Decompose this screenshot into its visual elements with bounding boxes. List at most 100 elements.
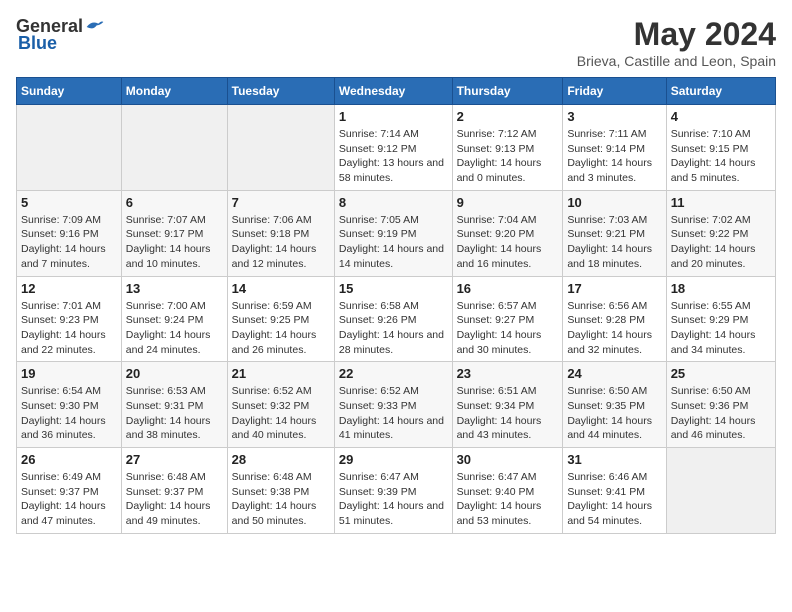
calendar-cell: 28Sunrise: 6:48 AMSunset: 9:38 PMDayligh… — [227, 448, 334, 534]
sunrise-text: Sunrise: 6:56 AM — [567, 299, 661, 314]
daylight-text: Daylight: 14 hours and 7 minutes. — [21, 242, 117, 271]
day-number: 18 — [671, 281, 771, 296]
sunset-text: Sunset: 9:37 PM — [21, 485, 117, 500]
calendar-table: SundayMondayTuesdayWednesdayThursdayFrid… — [16, 77, 776, 534]
calendar-cell: 20Sunrise: 6:53 AMSunset: 9:31 PMDayligh… — [121, 362, 227, 448]
header-day-saturday: Saturday — [666, 78, 775, 105]
calendar-cell: 12Sunrise: 7:01 AMSunset: 9:23 PMDayligh… — [17, 276, 122, 362]
day-number: 21 — [232, 366, 330, 381]
sunset-text: Sunset: 9:41 PM — [567, 485, 661, 500]
daylight-text: Daylight: 14 hours and 16 minutes. — [457, 242, 559, 271]
day-info: Sunrise: 7:01 AMSunset: 9:23 PMDaylight:… — [21, 299, 117, 358]
daylight-text: Daylight: 14 hours and 10 minutes. — [126, 242, 223, 271]
sunrise-text: Sunrise: 6:50 AM — [567, 384, 661, 399]
sunrise-text: Sunrise: 7:10 AM — [671, 127, 771, 142]
sunset-text: Sunset: 9:18 PM — [232, 227, 330, 242]
calendar-cell: 19Sunrise: 6:54 AMSunset: 9:30 PMDayligh… — [17, 362, 122, 448]
day-info: Sunrise: 7:06 AMSunset: 9:18 PMDaylight:… — [232, 213, 330, 272]
calendar-cell: 27Sunrise: 6:48 AMSunset: 9:37 PMDayligh… — [121, 448, 227, 534]
day-info: Sunrise: 6:48 AMSunset: 9:37 PMDaylight:… — [126, 470, 223, 529]
sunset-text: Sunset: 9:21 PM — [567, 227, 661, 242]
day-info: Sunrise: 7:02 AMSunset: 9:22 PMDaylight:… — [671, 213, 771, 272]
daylight-text: Daylight: 14 hours and 54 minutes. — [567, 499, 661, 528]
week-row-1: 1Sunrise: 7:14 AMSunset: 9:12 PMDaylight… — [17, 105, 776, 191]
sunset-text: Sunset: 9:39 PM — [339, 485, 448, 500]
calendar-cell: 6Sunrise: 7:07 AMSunset: 9:17 PMDaylight… — [121, 190, 227, 276]
sunset-text: Sunset: 9:28 PM — [567, 313, 661, 328]
day-info: Sunrise: 6:55 AMSunset: 9:29 PMDaylight:… — [671, 299, 771, 358]
daylight-text: Daylight: 14 hours and 30 minutes. — [457, 328, 559, 357]
day-info: Sunrise: 7:00 AMSunset: 9:24 PMDaylight:… — [126, 299, 223, 358]
daylight-text: Daylight: 14 hours and 41 minutes. — [339, 414, 448, 443]
calendar-cell: 3Sunrise: 7:11 AMSunset: 9:14 PMDaylight… — [563, 105, 666, 191]
sunset-text: Sunset: 9:15 PM — [671, 142, 771, 157]
day-info: Sunrise: 6:59 AMSunset: 9:25 PMDaylight:… — [232, 299, 330, 358]
daylight-text: Daylight: 14 hours and 43 minutes. — [457, 414, 559, 443]
day-info: Sunrise: 6:52 AMSunset: 9:33 PMDaylight:… — [339, 384, 448, 443]
subtitle: Brieva, Castille and Leon, Spain — [577, 53, 776, 69]
calendar-cell: 16Sunrise: 6:57 AMSunset: 9:27 PMDayligh… — [452, 276, 563, 362]
day-number: 7 — [232, 195, 330, 210]
daylight-text: Daylight: 14 hours and 28 minutes. — [339, 328, 448, 357]
week-row-4: 19Sunrise: 6:54 AMSunset: 9:30 PMDayligh… — [17, 362, 776, 448]
calendar-cell: 13Sunrise: 7:00 AMSunset: 9:24 PMDayligh… — [121, 276, 227, 362]
header-day-tuesday: Tuesday — [227, 78, 334, 105]
sunset-text: Sunset: 9:19 PM — [339, 227, 448, 242]
sunset-text: Sunset: 9:24 PM — [126, 313, 223, 328]
sunset-text: Sunset: 9:35 PM — [567, 399, 661, 414]
day-info: Sunrise: 6:53 AMSunset: 9:31 PMDaylight:… — [126, 384, 223, 443]
day-info: Sunrise: 6:49 AMSunset: 9:37 PMDaylight:… — [21, 470, 117, 529]
day-info: Sunrise: 6:54 AMSunset: 9:30 PMDaylight:… — [21, 384, 117, 443]
sunrise-text: Sunrise: 7:00 AM — [126, 299, 223, 314]
day-info: Sunrise: 7:12 AMSunset: 9:13 PMDaylight:… — [457, 127, 559, 186]
sunrise-text: Sunrise: 6:47 AM — [457, 470, 559, 485]
sunrise-text: Sunrise: 7:01 AM — [21, 299, 117, 314]
day-number: 16 — [457, 281, 559, 296]
week-row-2: 5Sunrise: 7:09 AMSunset: 9:16 PMDaylight… — [17, 190, 776, 276]
calendar-cell: 30Sunrise: 6:47 AMSunset: 9:40 PMDayligh… — [452, 448, 563, 534]
sunrise-text: Sunrise: 6:51 AM — [457, 384, 559, 399]
calendar-cell: 24 Sunrise: 6:50 AMSunset: 9:35 PMDayligh… — [563, 362, 666, 448]
day-number: 10 — [567, 195, 661, 210]
calendar-cell: 2Sunrise: 7:12 AMSunset: 9:13 PMDaylight… — [452, 105, 563, 191]
main-title: May 2024 — [577, 16, 776, 53]
week-row-5: 26 Sunrise: 6:49 AMSunset: 9:37 PMDayligh… — [17, 448, 776, 534]
sunset-text: Sunset: 9:22 PM — [671, 227, 771, 242]
daylight-text: Daylight: 14 hours and 38 minutes. — [126, 414, 223, 443]
day-info: Sunrise: 6:50 AMSunset: 9:35 PMDaylight:… — [567, 384, 661, 443]
day-info: Sunrise: 7:11 AMSunset: 9:14 PMDaylight:… — [567, 127, 661, 186]
sunrise-text: Sunrise: 6:57 AM — [457, 299, 559, 314]
sunrise-text: Sunrise: 6:50 AM — [671, 384, 771, 399]
sunset-text: Sunset: 9:36 PM — [671, 399, 771, 414]
day-number: 5 — [21, 195, 117, 210]
day-number: 26 — [21, 452, 117, 467]
day-number: 8 — [339, 195, 448, 210]
day-number: 6 — [126, 195, 223, 210]
calendar-cell: 4Sunrise: 7:10 AMSunset: 9:15 PMDaylight… — [666, 105, 775, 191]
day-info: Sunrise: 6:47 AMSunset: 9:40 PMDaylight:… — [457, 470, 559, 529]
day-number: 4 — [671, 109, 771, 124]
calendar-cell: 26 Sunrise: 6:49 AMSunset: 9:37 PMDayligh… — [17, 448, 122, 534]
sunrise-text: Sunrise: 6:59 AM — [232, 299, 330, 314]
day-info: Sunrise: 6:47 AMSunset: 9:39 PMDaylight:… — [339, 470, 448, 529]
calendar-cell: 25 Sunrise: 6:50 AMSunset: 9:36 PMDayligh… — [666, 362, 775, 448]
day-number: 25 — [671, 366, 771, 381]
calendar-cell: 5Sunrise: 7:09 AMSunset: 9:16 PMDaylight… — [17, 190, 122, 276]
logo-bird-icon — [85, 17, 105, 37]
sunset-text: Sunset: 9:29 PM — [671, 313, 771, 328]
day-number: 15 — [339, 281, 448, 296]
daylight-text: Daylight: 14 hours and 46 minutes. — [671, 414, 771, 443]
sunset-text: Sunset: 9:31 PM — [126, 399, 223, 414]
header-day-friday: Friday — [563, 78, 666, 105]
day-number: 24 — [567, 366, 661, 381]
sunrise-text: Sunrise: 7:09 AM — [21, 213, 117, 228]
calendar-cell: 21Sunrise: 6:52 AMSunset: 9:32 PMDayligh… — [227, 362, 334, 448]
daylight-text: Daylight: 14 hours and 14 minutes. — [339, 242, 448, 271]
day-info: Sunrise: 6:48 AMSunset: 9:38 PMDaylight:… — [232, 470, 330, 529]
daylight-text: Daylight: 14 hours and 32 minutes. — [567, 328, 661, 357]
sunset-text: Sunset: 9:40 PM — [457, 485, 559, 500]
day-number: 23 — [457, 366, 559, 381]
sunrise-text: Sunrise: 7:03 AM — [567, 213, 661, 228]
sunset-text: Sunset: 9:26 PM — [339, 313, 448, 328]
sunrise-text: Sunrise: 7:06 AM — [232, 213, 330, 228]
